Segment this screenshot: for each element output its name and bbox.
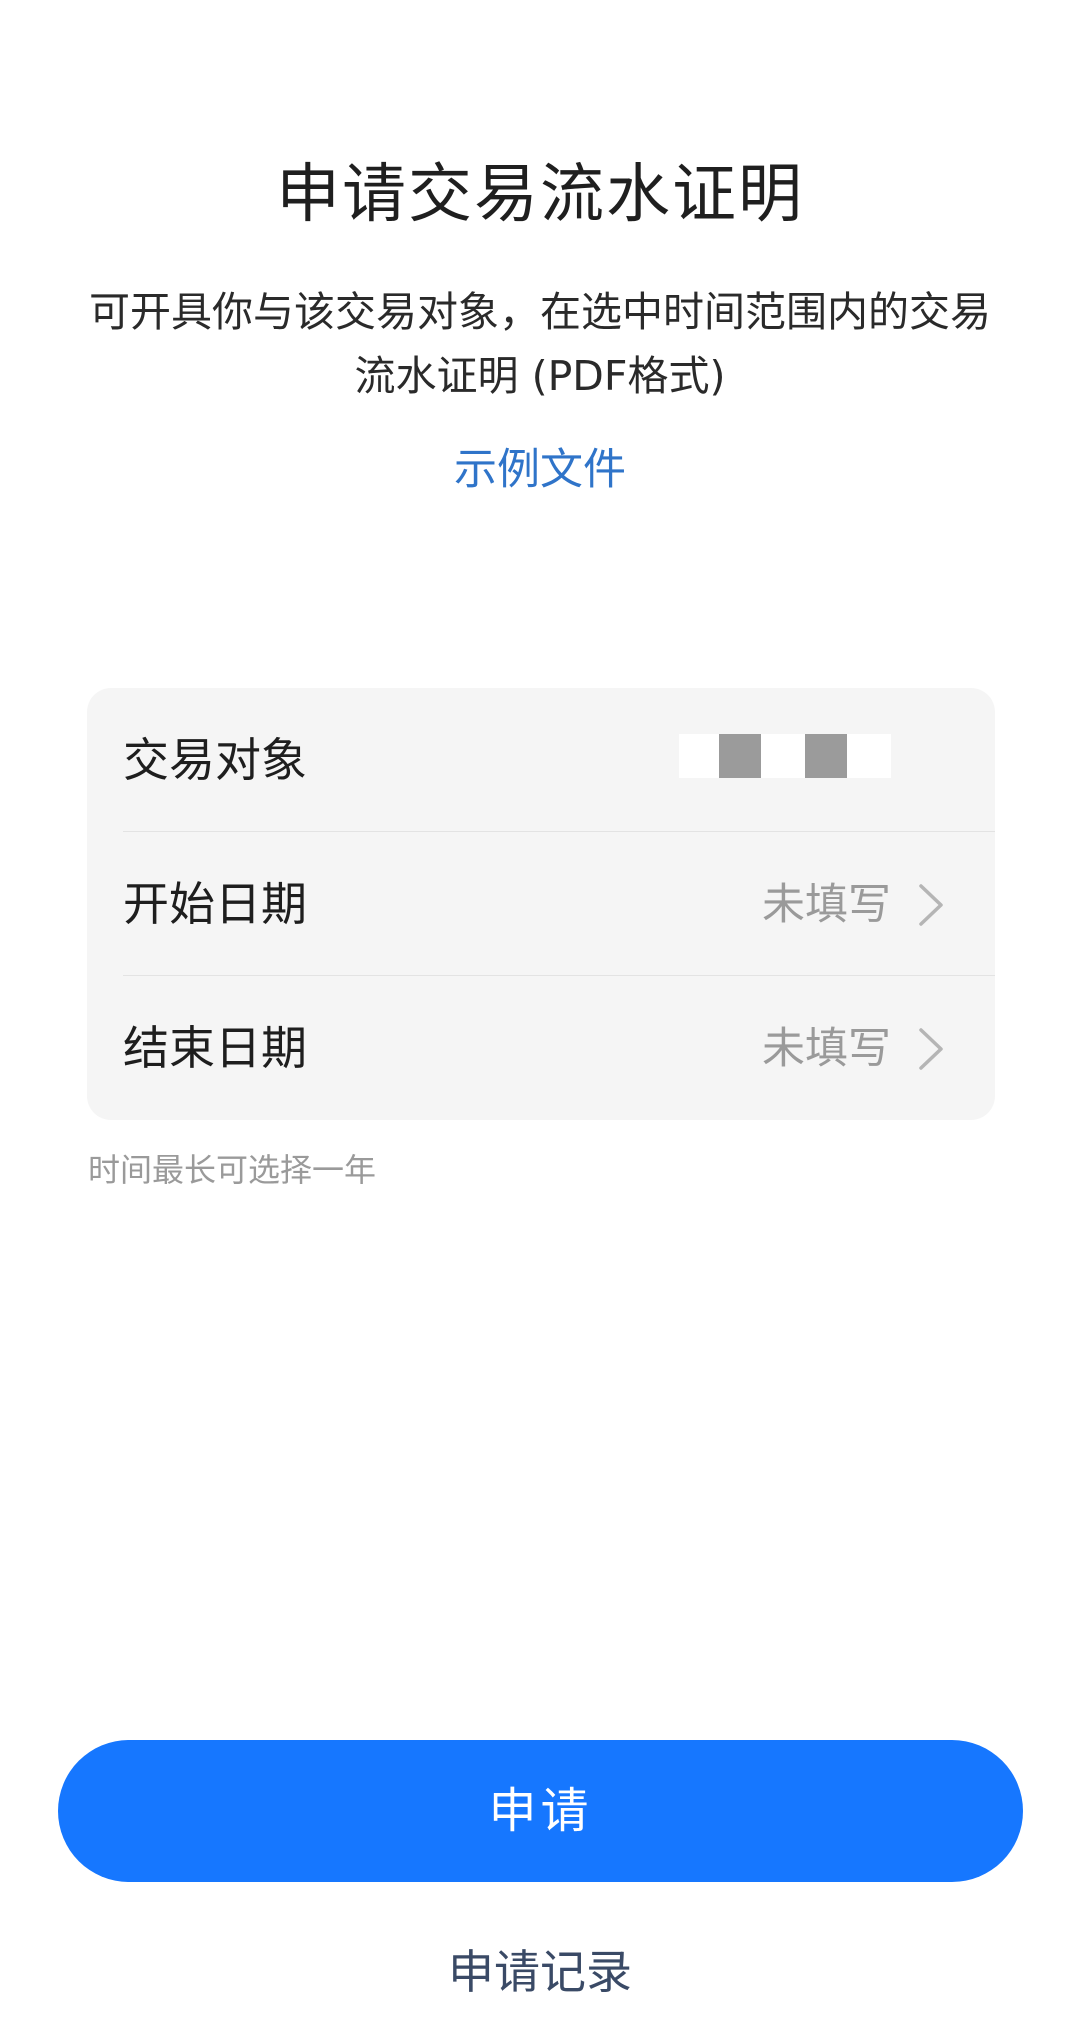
end-date-row[interactable]: 结束日期 未填写 bbox=[87, 976, 995, 1120]
mask-segment bbox=[805, 734, 847, 778]
chevron-right-icon bbox=[919, 1028, 943, 1070]
counterparty-masked-value bbox=[679, 730, 909, 786]
sample-file-link[interactable]: 示例文件 bbox=[0, 440, 1080, 500]
date-range-hint: 时间最长可选择一年 bbox=[88, 1151, 377, 1189]
mask-segment bbox=[847, 734, 891, 778]
mask-segment bbox=[719, 734, 761, 778]
chevron-right-icon bbox=[919, 884, 943, 926]
mask-segment bbox=[679, 734, 719, 778]
form-card: 交易对象 开始日期 未填写 结束日期 未填写 bbox=[87, 688, 995, 1120]
counterparty-label: 交易对象 bbox=[123, 733, 307, 787]
start-date-label: 开始日期 bbox=[123, 877, 307, 931]
page-title: 申请交易流水证明 bbox=[276, 158, 804, 232]
end-date-value: 未填写 bbox=[762, 1024, 891, 1074]
apply-records-link[interactable]: 申请记录 bbox=[0, 1942, 1080, 2002]
mask-segment bbox=[761, 734, 805, 778]
start-date-value: 未填写 bbox=[762, 880, 891, 930]
start-date-row[interactable]: 开始日期 未填写 bbox=[87, 832, 995, 976]
page-description: 可开具你与该交易对象，在选中时间范围内的交易流水证明 (PDF格式) bbox=[89, 288, 991, 400]
counterparty-row: 交易对象 bbox=[87, 688, 995, 832]
apply-statement-page: { "page": { "title": "申请交易流水证明", "subtit… bbox=[0, 0, 1080, 2042]
apply-button[interactable]: 申请 bbox=[58, 1740, 1023, 1882]
end-date-label: 结束日期 bbox=[123, 1021, 307, 1075]
